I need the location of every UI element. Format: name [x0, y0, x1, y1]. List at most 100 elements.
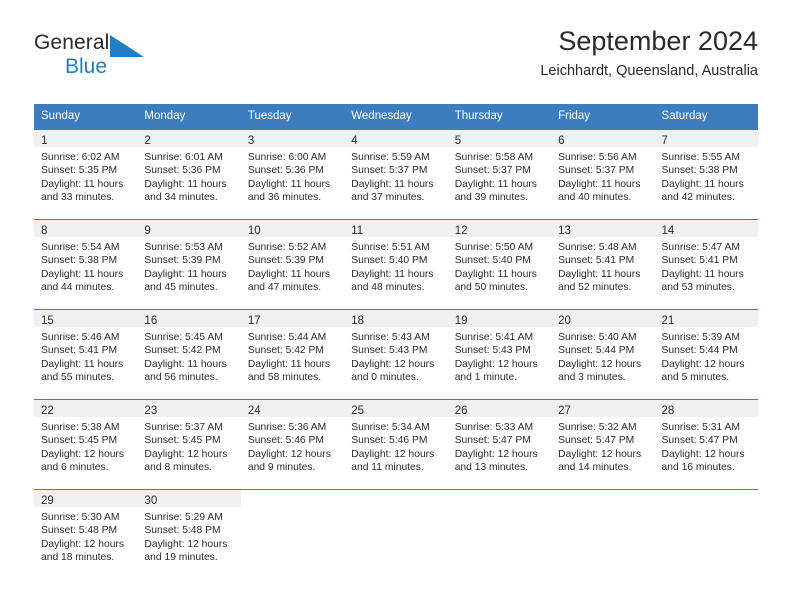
sunrise-text: Sunrise: 5:51 AM — [351, 241, 430, 253]
sunrise-text: Sunrise: 5:41 AM — [454, 331, 534, 343]
day-number-band — [551, 490, 654, 507]
day-cell[interactable]: 24 Sunrise: 5:36 AM Sunset: 5:46 PM Dayl… — [240, 399, 345, 489]
day-cell[interactable]: 11 Sunrise: 5:51 AM Sunset: 5:40 PM Dayl… — [344, 219, 448, 309]
daylight-text-line2: and 6 minutes. — [41, 462, 109, 474]
sunrise-text: Sunrise: 5:29 AM — [144, 511, 223, 523]
day-info: Sunrise: 5:31 AM Sunset: 5:47 PM Dayligh… — [655, 417, 758, 475]
day-cell[interactable]: 3 Sunrise: 6:00 AM Sunset: 5:36 PM Dayli… — [240, 129, 345, 219]
sunset-text: Sunset: 5:41 PM — [558, 255, 635, 267]
day-cell[interactable]: 14 Sunrise: 5:47 AM Sunset: 5:41 PM Dayl… — [654, 219, 758, 309]
sunrise-text: Sunrise: 5:38 AM — [41, 421, 120, 433]
daylight-text-line2: and 18 minutes. — [41, 552, 115, 564]
weekday-header-friday: Friday — [558, 110, 591, 122]
week-row: 8 Sunrise: 5:54 AM Sunset: 5:38 PM Dayli… — [34, 218, 758, 309]
day-info: Sunrise: 5:48 AM Sunset: 5:41 PM Dayligh… — [551, 237, 654, 295]
sunrise-text: Sunrise: 5:34 AM — [351, 421, 430, 433]
day-cell[interactable]: 23 Sunrise: 5:37 AM Sunset: 5:45 PM Dayl… — [137, 399, 241, 489]
brand-logo[interactable]: General Blue — [34, 32, 254, 92]
day-cell[interactable]: 2 Sunrise: 6:01 AM Sunset: 5:36 PM Dayli… — [137, 129, 241, 219]
day-cell[interactable]: 30 Sunrise: 5:29 AM Sunset: 5:48 PM Dayl… — [137, 489, 241, 579]
day-number-band: 16 — [137, 309, 241, 327]
sunset-text: Sunset: 5:38 PM — [41, 255, 118, 267]
day-number-band: 27 — [551, 399, 655, 417]
day-number-band: 15 — [34, 309, 138, 327]
daylight-text-line2: and 16 minutes. — [661, 462, 735, 474]
daylight-text-line1: Daylight: 11 hours — [454, 178, 537, 190]
sunrise-text: Sunrise: 5:48 AM — [558, 241, 637, 253]
daylight-text-line1: Daylight: 11 hours — [454, 268, 537, 280]
sunrise-text: Sunrise: 5:46 AM — [41, 331, 120, 343]
day-cell[interactable]: 7 Sunrise: 5:55 AM Sunset: 5:38 PM Dayli… — [654, 129, 758, 219]
calendar-page: General Blue September 2024 Leichhardt, … — [0, 0, 792, 612]
day-cell[interactable]: 9 Sunrise: 5:53 AM Sunset: 5:39 PM Dayli… — [137, 219, 241, 309]
sunrise-text: Sunrise: 5:36 AM — [247, 421, 327, 433]
sunset-text: Sunset: 5:45 PM — [41, 435, 118, 447]
brand-name-blue: Blue — [65, 55, 108, 78]
daylight-text-line2: and 58 minutes. — [247, 372, 322, 384]
day-number: 14 — [661, 224, 675, 237]
sunrise-text: Sunrise: 5:55 AM — [661, 151, 740, 163]
day-info: Sunrise: 6:01 AM Sunset: 5:36 PM Dayligh… — [137, 147, 240, 205]
day-number-band: 10 — [240, 219, 345, 237]
day-cell[interactable]: 27 Sunrise: 5:32 AM Sunset: 5:47 PM Dayl… — [551, 399, 655, 489]
day-cell[interactable]: 25 Sunrise: 5:34 AM Sunset: 5:46 PM Dayl… — [344, 399, 448, 489]
sunset-text: Sunset: 5:46 PM — [351, 435, 428, 447]
day-number-band: 18 — [344, 309, 448, 327]
daylight-text-line2: and 47 minutes. — [247, 282, 322, 294]
sunset-text: Sunset: 5:39 PM — [144, 255, 221, 267]
day-cell[interactable]: 6 Sunrise: 5:56 AM Sunset: 5:37 PM Dayli… — [551, 129, 655, 219]
day-number: 26 — [454, 404, 468, 417]
daylight-text-line2: and 34 minutes. — [144, 192, 218, 204]
daylight-text-line2: and 37 minutes. — [351, 192, 425, 204]
sunset-text: Sunset: 5:47 PM — [454, 435, 531, 447]
daylight-text-line1: Daylight: 11 hours — [247, 268, 331, 280]
day-cell[interactable]: 4 Sunrise: 5:59 AM Sunset: 5:37 PM Dayli… — [344, 129, 448, 219]
day-number-band: 4 — [344, 129, 448, 147]
sunset-text: Sunset: 5:42 PM — [144, 345, 221, 357]
day-cell[interactable]: 26 Sunrise: 5:33 AM Sunset: 5:47 PM Dayl… — [447, 399, 552, 489]
day-cell[interactable]: 8 Sunrise: 5:54 AM Sunset: 5:38 PM Dayli… — [34, 219, 138, 309]
day-info: Sunrise: 5:46 AM Sunset: 5:41 PM Dayligh… — [34, 327, 137, 385]
day-cell[interactable]: 13 Sunrise: 5:48 AM Sunset: 5:41 PM Dayl… — [551, 219, 655, 309]
day-cell-empty — [241, 490, 344, 579]
day-number-band: 5 — [447, 129, 552, 147]
daylight-text-line1: Daylight: 11 hours — [144, 178, 227, 190]
day-info: Sunrise: 5:54 AM Sunset: 5:38 PM Dayligh… — [34, 237, 137, 295]
day-cell[interactable]: 21 Sunrise: 5:39 AM Sunset: 5:44 PM Dayl… — [654, 309, 758, 399]
day-cell[interactable]: 17 Sunrise: 5:44 AM Sunset: 5:42 PM Dayl… — [240, 309, 345, 399]
day-info: Sunrise: 5:41 AM Sunset: 5:43 PM Dayligh… — [448, 327, 551, 385]
day-cell[interactable]: 28 Sunrise: 5:31 AM Sunset: 5:47 PM Dayl… — [654, 399, 758, 489]
day-cell[interactable]: 20 Sunrise: 5:40 AM Sunset: 5:44 PM Dayl… — [551, 309, 655, 399]
sunrise-text: Sunrise: 5:47 AM — [661, 241, 740, 253]
day-number: 9 — [144, 224, 151, 237]
day-cell[interactable]: 10 Sunrise: 5:52 AM Sunset: 5:39 PM Dayl… — [240, 219, 345, 309]
weekday-header-sunday: Sunday — [41, 110, 81, 122]
sunset-text: Sunset: 5:40 PM — [454, 255, 531, 267]
day-number-band: 13 — [551, 219, 655, 237]
day-cell[interactable]: 18 Sunrise: 5:43 AM Sunset: 5:43 PM Dayl… — [344, 309, 448, 399]
day-cell[interactable]: 12 Sunrise: 5:50 AM Sunset: 5:40 PM Dayl… — [447, 219, 552, 309]
day-cell[interactable]: 19 Sunrise: 5:41 AM Sunset: 5:43 PM Dayl… — [447, 309, 552, 399]
day-cell[interactable]: 29 Sunrise: 5:30 AM Sunset: 5:48 PM Dayl… — [34, 489, 138, 579]
daylight-text-line1: Daylight: 12 hours — [661, 448, 745, 460]
day-cell[interactable]: 16 Sunrise: 5:45 AM Sunset: 5:42 PM Dayl… — [137, 309, 241, 399]
daylight-text-line2: and 48 minutes. — [351, 282, 425, 294]
day-info: Sunrise: 6:02 AM Sunset: 5:35 PM Dayligh… — [34, 147, 137, 205]
sunset-text: Sunset: 5:35 PM — [41, 165, 118, 177]
day-number: 18 — [351, 314, 365, 327]
day-info: Sunrise: 5:40 AM Sunset: 5:44 PM Dayligh… — [551, 327, 654, 385]
day-number: 11 — [351, 224, 364, 237]
day-cell[interactable]: 5 Sunrise: 5:58 AM Sunset: 5:37 PM Dayli… — [447, 129, 552, 219]
daylight-text-line2: and 39 minutes. — [454, 192, 528, 204]
day-cell[interactable]: 15 Sunrise: 5:46 AM Sunset: 5:41 PM Dayl… — [34, 309, 138, 399]
day-number-band: 29 — [34, 489, 138, 507]
day-cell[interactable]: 22 Sunrise: 5:38 AM Sunset: 5:45 PM Dayl… — [34, 399, 138, 489]
weekday-header-row: Sunday Monday Tuesday Wednesday Thursday… — [34, 104, 758, 130]
daylight-text-line2: and 40 minutes. — [558, 192, 632, 204]
sunset-text: Sunset: 5:41 PM — [661, 255, 738, 267]
day-number-band: 3 — [240, 129, 345, 147]
daylight-text-line1: Daylight: 12 hours — [454, 358, 538, 370]
sunset-text: Sunset: 5:36 PM — [144, 165, 221, 177]
day-cell[interactable]: 1 Sunrise: 6:02 AM Sunset: 5:35 PM Dayli… — [34, 129, 138, 219]
day-number-band: 25 — [344, 399, 448, 417]
